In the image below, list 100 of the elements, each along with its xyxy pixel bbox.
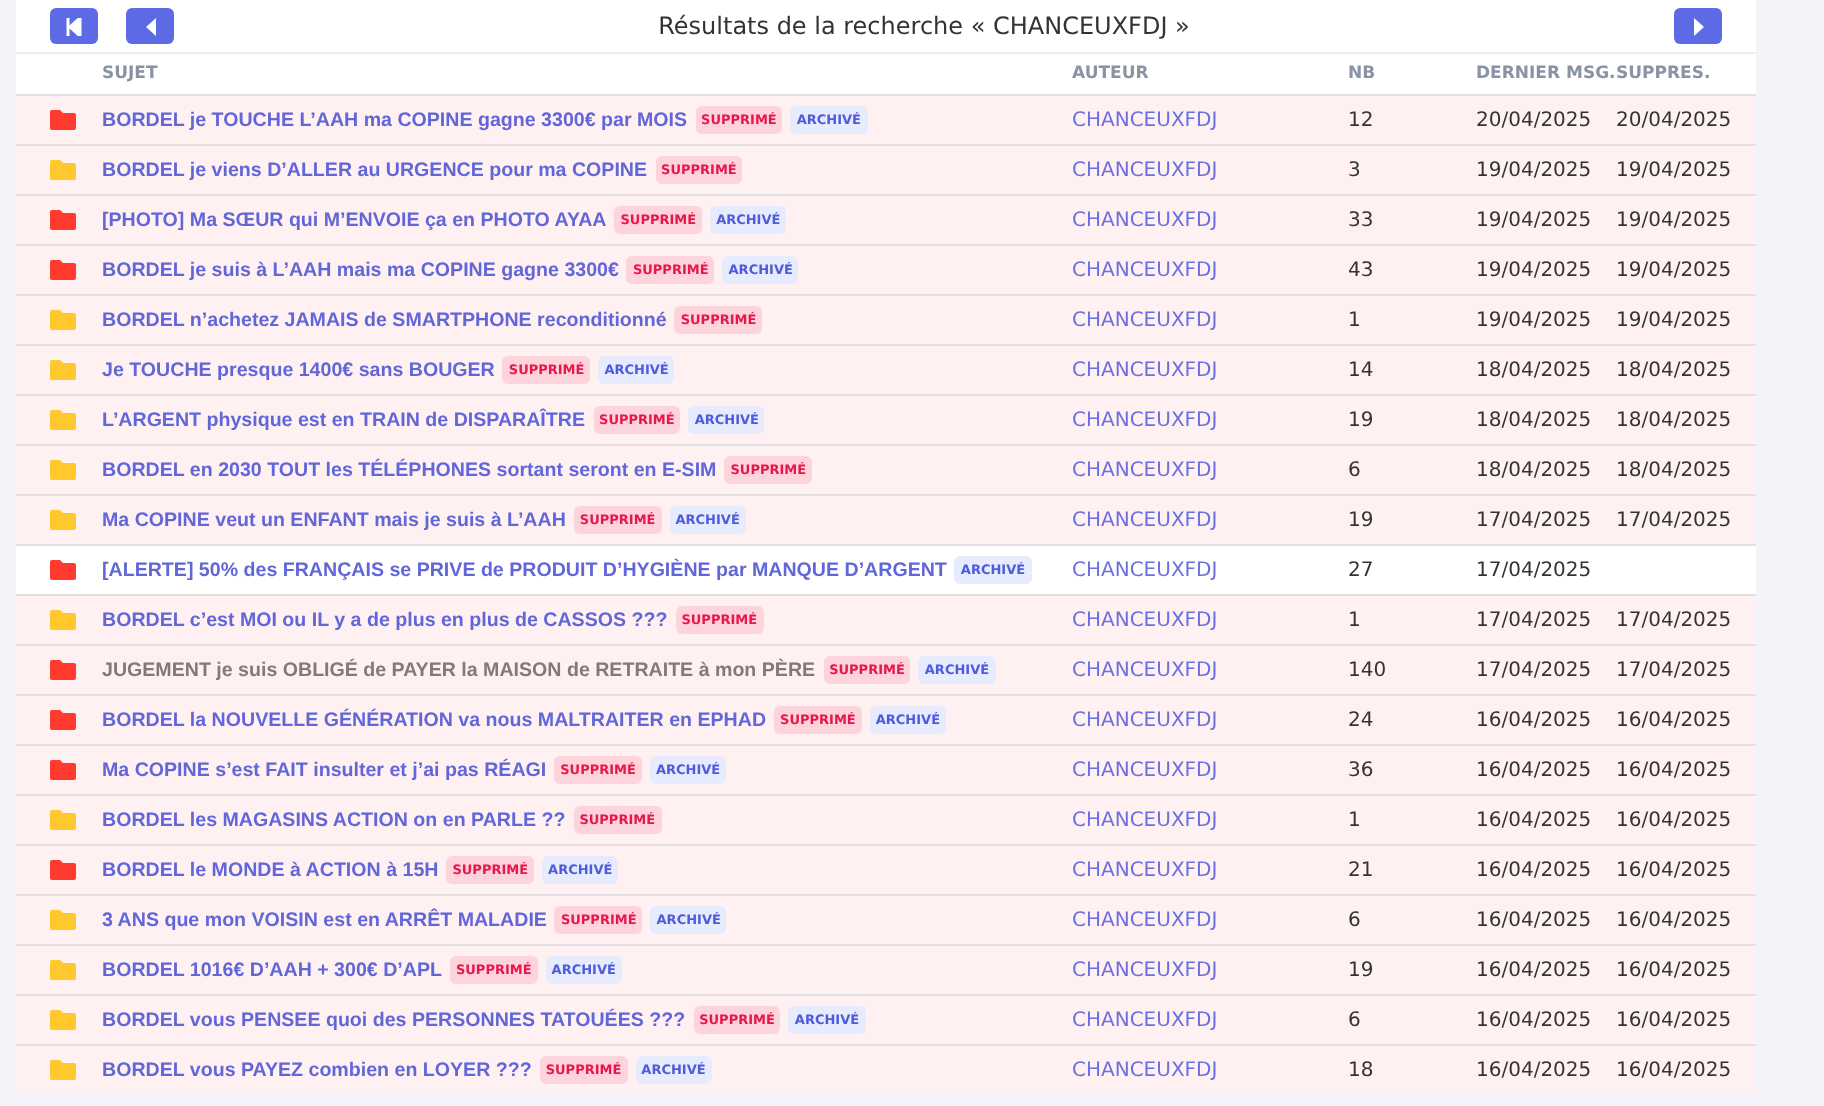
deletion-date: 16/04/2025 — [1616, 809, 1734, 831]
topic-link[interactable]: Je TOUCHE presque 1400€ sans BOUGER — [102, 359, 495, 381]
topic-link[interactable]: BORDEL 1016€ D’AAH + 300€ D’APL — [102, 959, 442, 981]
message-count: 33 — [1348, 209, 1376, 231]
author-link[interactable]: CHANCEUXFDJ — [1072, 759, 1348, 781]
author-link[interactable]: CHANCEUXFDJ — [1072, 809, 1348, 831]
author-link[interactable]: CHANCEUXFDJ — [1072, 559, 1348, 581]
last-message-date: 18/04/2025 — [1476, 359, 1594, 381]
next-page-button[interactable] — [1674, 8, 1722, 44]
topic-link[interactable]: BORDEL je suis à L’AAH mais ma COPINE gagne 3300€ — [102, 259, 619, 281]
topic-link[interactable]: BORDEL le MONDE à ACTION à 15H — [102, 859, 439, 881]
column-header: DERNIER MSG. — [1476, 64, 1616, 84]
last-message-date: 16/04/2025 — [1476, 1059, 1594, 1081]
column-header: AUTEUR — [1072, 64, 1151, 84]
last-message-date: 18/04/2025 — [1476, 459, 1594, 481]
topic-link[interactable]: Ma COPINE veut un ENFANT mais je suis à L’AAH — [102, 509, 566, 531]
message-count: 19 — [1348, 409, 1376, 431]
author-link[interactable]: CHANCEUXFDJ — [1072, 209, 1348, 231]
column-header: NB — [1348, 64, 1378, 84]
deletion-date: 17/04/2025 — [1616, 509, 1734, 531]
last-message-date: 16/04/2025 — [1476, 809, 1594, 831]
first-page-button[interactable] — [50, 8, 98, 44]
column-header: SUJET — [102, 64, 160, 84]
author-link[interactable]: CHANCEUXFDJ — [1072, 309, 1348, 331]
author-link[interactable]: CHANCEUXFDJ — [1072, 509, 1348, 531]
message-count: 24 — [1348, 709, 1376, 731]
message-count: 1 — [1348, 609, 1363, 631]
deletion-date: 18/04/2025 — [1616, 409, 1734, 431]
first-page-icon — [66, 17, 82, 35]
author-link[interactable]: CHANCEUXFDJ — [1072, 909, 1348, 931]
last-message-date: 19/04/2025 — [1476, 309, 1594, 331]
message-count: 1 — [1348, 809, 1363, 831]
message-count: 6 — [1348, 459, 1363, 481]
deletion-date: 20/04/2025 — [1616, 109, 1734, 131]
last-message-date: 16/04/2025 — [1476, 909, 1594, 931]
last-message-date: 20/04/2025 — [1476, 109, 1594, 131]
last-message-date: 16/04/2025 — [1476, 759, 1594, 781]
previous-page-button[interactable] — [126, 8, 174, 44]
topic-link[interactable]: BORDEL je TOUCHE L’AAH ma COPINE gagne 3300€ par MOIS — [102, 109, 688, 131]
message-count: 1 — [1348, 309, 1363, 331]
last-message-date: 19/04/2025 — [1476, 259, 1594, 281]
author-link[interactable]: CHANCEUXFDJ — [1072, 859, 1348, 881]
author-link[interactable]: CHANCEUXFDJ — [1072, 709, 1348, 731]
message-count: 140 — [1348, 659, 1389, 681]
message-count: 14 — [1348, 359, 1376, 381]
last-message-date: 17/04/2025 — [1476, 509, 1594, 531]
last-message-date: 16/04/2025 — [1476, 859, 1594, 881]
previous-icon — [143, 17, 157, 35]
author-link[interactable]: CHANCEUXFDJ — [1072, 259, 1348, 281]
deletion-date: 17/04/2025 — [1616, 609, 1734, 631]
last-message-date: 16/04/2025 — [1476, 959, 1594, 981]
author-link[interactable]: CHANCEUXFDJ — [1072, 1009, 1348, 1031]
topic-link[interactable]: Ma COPINE s’est FAIT insulter et j’ai pas RÉAGI — [102, 759, 547, 781]
topic-link[interactable]: BORDEL la NOUVELLE GÉNÉRATION va nous MALTRAITER en EPHAD — [102, 709, 767, 731]
deletion-date: 16/04/2025 — [1616, 709, 1734, 731]
topic-link[interactable]: [PHOTO] Ma SŒUR qui M’ENVOIE ça en PHOTO AYAA — [102, 209, 607, 231]
message-count: 43 — [1348, 259, 1376, 281]
author-link[interactable]: CHANCEUXFDJ — [1072, 459, 1348, 481]
author-link[interactable]: CHANCEUXFDJ — [1072, 659, 1348, 681]
message-count: 18 — [1348, 1059, 1376, 1081]
topic-link[interactable]: JUGEMENT je suis OBLIGÉ de PAYER la MAISON de RETRAITE à mon PÈRE — [102, 659, 816, 681]
topic-link[interactable]: BORDEL je viens D’ALLER au URGENCE pour ma COPINE — [102, 159, 648, 181]
message-count: 6 — [1348, 909, 1363, 931]
author-link[interactable]: CHANCEUXFDJ — [1072, 1059, 1348, 1081]
deletion-date: 16/04/2025 — [1616, 859, 1734, 881]
author-link[interactable]: CHANCEUXFDJ — [1072, 609, 1348, 631]
last-message-date: 17/04/2025 — [1476, 559, 1594, 581]
topic-link[interactable]: BORDEL vous PENSEE quoi des PERSONNES TATOUÉES ??? — [102, 1009, 686, 1031]
author-link[interactable]: CHANCEUXFDJ — [1072, 409, 1348, 431]
author-link[interactable]: CHANCEUXFDJ — [1072, 159, 1348, 181]
deletion-date: 16/04/2025 — [1616, 959, 1734, 981]
topic-link[interactable]: 3 ANS que mon VOISIN est en ARRÊT MALADIE — [102, 909, 547, 931]
last-message-date: 16/04/2025 — [1476, 1009, 1594, 1031]
message-count: 19 — [1348, 509, 1376, 531]
deletion-date: 19/04/2025 — [1616, 259, 1734, 281]
deletion-date: 16/04/2025 — [1616, 909, 1734, 931]
topic-link[interactable]: BORDEL n’achetez JAMAIS de SMARTPHONE reconditionné — [102, 309, 667, 331]
topic-link[interactable]: BORDEL c’est MOI ou IL y a de plus en plus de CASSOS ??? — [102, 609, 668, 631]
topic-link[interactable]: [ALERTE] 50% des FRANÇAIS se PRIVE de PRODUIT D’HYGIÈNE par MANQUE D’ARGENT — [102, 559, 947, 581]
last-message-date: 16/04/2025 — [1476, 709, 1594, 731]
message-count: 3 — [1348, 159, 1363, 181]
deletion-date: 16/04/2025 — [1616, 1059, 1734, 1081]
author-link[interactable]: CHANCEUXFDJ — [1072, 959, 1348, 981]
message-count: 12 — [1348, 109, 1376, 131]
topic-link[interactable]: L’ARGENT physique est en TRAIN de DISPARAÎTRE — [102, 409, 586, 431]
deletion-date: 16/04/2025 — [1616, 759, 1734, 781]
column-header: SUPPRES. — [1616, 64, 1713, 84]
next-icon — [1691, 17, 1705, 35]
topic-link[interactable]: BORDEL les MAGASINS ACTION on en PARLE ?? — [102, 809, 566, 831]
message-count: 27 — [1348, 559, 1376, 581]
author-link[interactable]: CHANCEUXFDJ — [1072, 109, 1348, 131]
author-link[interactable]: CHANCEUXFDJ — [1072, 359, 1348, 381]
last-message-date: 17/04/2025 — [1476, 659, 1594, 681]
deletion-date: 16/04/2025 — [1616, 1009, 1734, 1031]
last-message-date: 17/04/2025 — [1476, 609, 1594, 631]
search-results-title: Résultats de la recherche « CHANCEUXFDJ » — [658, 12, 1190, 40]
deletion-date: 18/04/2025 — [1616, 459, 1734, 481]
topic-link[interactable]: BORDEL vous PAYEZ combien en LOYER ??? — [102, 1059, 532, 1081]
last-message-date: 18/04/2025 — [1476, 409, 1594, 431]
topic-link[interactable]: BORDEL en 2030 TOUT les TÉLÉPHONES sortant seront en E-SIM — [102, 459, 717, 481]
